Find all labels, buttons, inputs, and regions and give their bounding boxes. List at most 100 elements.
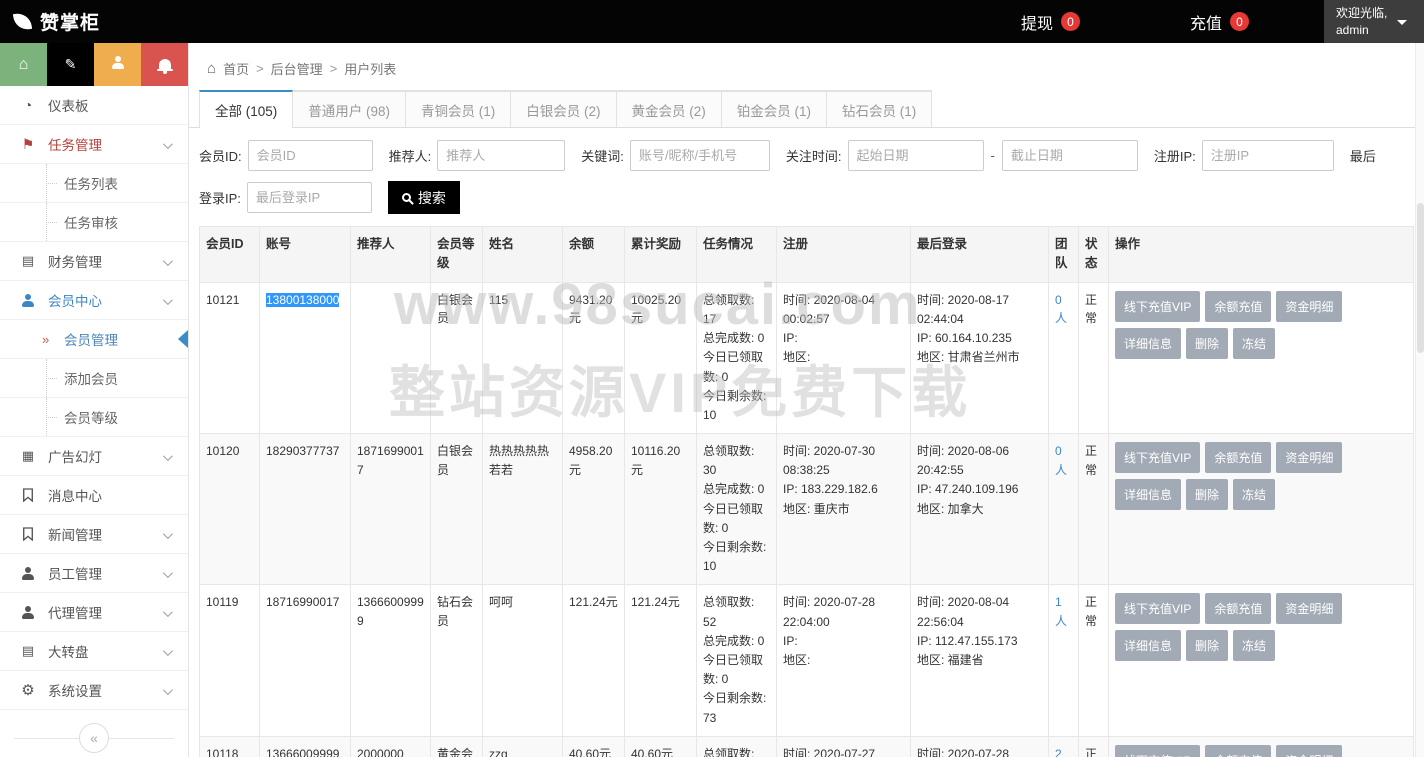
action-button-2[interactable]: 资金明细 (1276, 745, 1342, 757)
cell-last-login: 时间: 2020-08-17 02:44:04IP: 60.164.10.235… (911, 282, 1049, 433)
menu-label: 财务管理 (48, 251, 102, 271)
member-level-tabs: 全部 (105)普通用户 (98)青铜会员 (1)白银会员 (2)黄金会员 (2… (189, 90, 1424, 128)
sidebar-subitem-7[interactable]: 添加会员 (0, 359, 188, 398)
home-icon-button[interactable]: ⌂ (0, 43, 47, 86)
tab-4[interactable]: 黄金会员 (2) (616, 90, 722, 127)
tab-2[interactable]: 青铜会员 (1) (405, 90, 511, 127)
sidebar-item-4[interactable]: ▤财务管理 (0, 242, 188, 281)
search-button[interactable]: 搜索 (388, 181, 460, 214)
sidebar-subitem-3[interactable]: 任务审核 (0, 203, 188, 242)
action-button-0[interactable]: 线下充值VIP (1115, 745, 1200, 757)
team-count-link[interactable]: 2 人 (1055, 747, 1067, 757)
action-button-3[interactable]: 详细信息 (1115, 630, 1181, 661)
tab-6[interactable]: 钻石会员 (1) (826, 90, 932, 127)
sidebar-item-10[interactable]: 消息中心 (0, 476, 188, 515)
breadcrumb-item-2[interactable]: 用户列表 (344, 59, 396, 78)
withdraw-label: 提现 (1021, 10, 1053, 34)
last-login-ip-input[interactable] (247, 182, 372, 213)
referrer-input[interactable] (437, 140, 565, 171)
breadcrumb-separator: > (256, 61, 264, 76)
column-header-1: 账号 (260, 227, 351, 283)
scrollbar-thumb[interactable] (1417, 203, 1424, 353)
action-button-4[interactable]: 删除 (1186, 630, 1228, 661)
cell-actions: 线下充值VIP余额充值资金明细详细信息删除冻结 (1109, 736, 1414, 757)
column-header-0: 会员ID (200, 227, 260, 283)
bell-icon-button[interactable] (141, 43, 188, 86)
recharge-label: 充值 (1190, 10, 1222, 34)
action-button-0[interactable]: 线下充值VIP (1115, 442, 1200, 473)
register-ip-input[interactable] (1202, 140, 1334, 171)
sidebar-item-13[interactable]: 代理管理 (0, 593, 188, 632)
action-button-1[interactable]: 余额充值 (1205, 442, 1271, 473)
action-button-1[interactable]: 余额充值 (1205, 745, 1271, 757)
action-button-5[interactable]: 冻结 (1233, 479, 1275, 510)
team-count-link[interactable]: 0 人 (1055, 293, 1067, 326)
last-login-ip-label-part2: 登录IP: (199, 188, 241, 207)
admin-menu[interactable]: 欢迎光临, admin (1324, 0, 1424, 43)
sidebar-item-15[interactable]: ⚙系统设置 (0, 671, 188, 710)
action-button-2[interactable]: 资金明细 (1276, 593, 1342, 624)
action-button-5[interactable]: 冻结 (1233, 328, 1275, 359)
team-count-link[interactable]: 0 人 (1055, 444, 1067, 477)
quick-action-bar: ⌂✎ (0, 43, 188, 86)
main-content: ⌂ 首页 > 后台管理 > 用户列表 全部 (105)普通用户 (98)青铜会员 (1)… (189, 43, 1424, 757)
chevron-down-icon (163, 256, 173, 266)
action-button-0[interactable]: 线下充值VIP (1115, 291, 1200, 322)
cell-account: 18290377737 (260, 434, 351, 585)
action-button-1[interactable]: 余额充值 (1205, 593, 1271, 624)
cell-balance: 4958.20元 (563, 434, 625, 585)
chevron-down-icon (163, 685, 173, 695)
home-icon: ⌂ (207, 60, 216, 77)
tab-3[interactable]: 白银会员 (2) (510, 90, 616, 127)
action-button-4[interactable]: 删除 (1186, 479, 1228, 510)
start-date-input[interactable] (848, 140, 984, 171)
cell-name: 热热热热热若若 (483, 434, 563, 585)
cell-member-id: 10121 (200, 282, 260, 433)
sidebar-subitem-2[interactable]: 任务列表 (0, 164, 188, 203)
bell-icon (159, 56, 171, 73)
end-date-input[interactable] (1002, 140, 1138, 171)
table-header-row: 会员ID账号推荐人会员等级姓名余额累计奖励任务情况注册最后登录团队状态操作 (200, 227, 1414, 283)
breadcrumb-item-1[interactable]: 后台管理 (271, 59, 323, 78)
users-icon-button[interactable] (94, 43, 141, 86)
sidebar-subitem-8[interactable]: 会员等级 (0, 398, 188, 437)
action-button-4[interactable]: 删除 (1186, 328, 1228, 359)
pencil-icon-button[interactable]: ✎ (47, 43, 94, 86)
sidebar-item-11[interactable]: 新闻管理 (0, 515, 188, 554)
cell-name: 呵呵 (483, 585, 563, 736)
sidebar-item-12[interactable]: 员工管理 (0, 554, 188, 593)
sidebar-item-5[interactable]: 会员中心 (0, 281, 188, 320)
sidebar-item-1[interactable]: ⚑任务管理 (0, 125, 188, 164)
team-count-link[interactable]: 1 人 (1055, 595, 1067, 628)
tab-0[interactable]: 全部 (105) (199, 90, 293, 127)
action-button-2[interactable]: 资金明细 (1276, 442, 1342, 473)
breadcrumb-separator: > (330, 61, 338, 76)
sidebar-menu: ◔仪表板⚑任务管理任务列表任务审核▤财务管理会员中心»会员管理添加会员会员等级▦… (0, 86, 188, 710)
chevron-down-icon (163, 451, 173, 461)
sidebar-item-0[interactable]: ◔仪表板 (0, 86, 188, 125)
member-id-input[interactable] (248, 140, 373, 171)
keyword-label: 关键词: (581, 146, 624, 165)
breadcrumb-item-0[interactable]: 首页 (223, 59, 249, 78)
sidebar-item-14[interactable]: ▤大转盘 (0, 632, 188, 671)
cell-referrer: 2000000 (351, 736, 431, 757)
keyword-input[interactable] (630, 140, 770, 171)
users-icon (111, 56, 125, 73)
vertical-scrollbar[interactable] (1415, 43, 1424, 757)
collapse-left-icon[interactable]: « (79, 723, 109, 753)
action-button-0[interactable]: 线下充值VIP (1115, 593, 1200, 624)
action-button-3[interactable]: 详细信息 (1115, 479, 1181, 510)
cell-team: 0 人 (1049, 434, 1079, 585)
withdraw-link[interactable]: 提现 0 (1021, 10, 1080, 34)
action-button-1[interactable]: 余额充值 (1205, 291, 1271, 322)
cell-status: 正常 (1079, 585, 1109, 736)
sidebar-subitem-6[interactable]: »会员管理 (0, 320, 188, 359)
sidebar-item-9[interactable]: ▦广告幻灯 (0, 437, 188, 476)
action-button-3[interactable]: 详细信息 (1115, 328, 1181, 359)
recharge-link[interactable]: 充值 0 (1190, 10, 1249, 34)
action-button-2[interactable]: 资金明细 (1276, 291, 1342, 322)
tab-1[interactable]: 普通用户 (98) (292, 90, 406, 127)
tab-5[interactable]: 铂金会员 (1) (721, 90, 827, 127)
cell-task-info: 总领取数: 17总完成数: 0今日已领取数: 0今日剩余数: 10 (697, 282, 777, 433)
action-button-5[interactable]: 冻结 (1233, 630, 1275, 661)
